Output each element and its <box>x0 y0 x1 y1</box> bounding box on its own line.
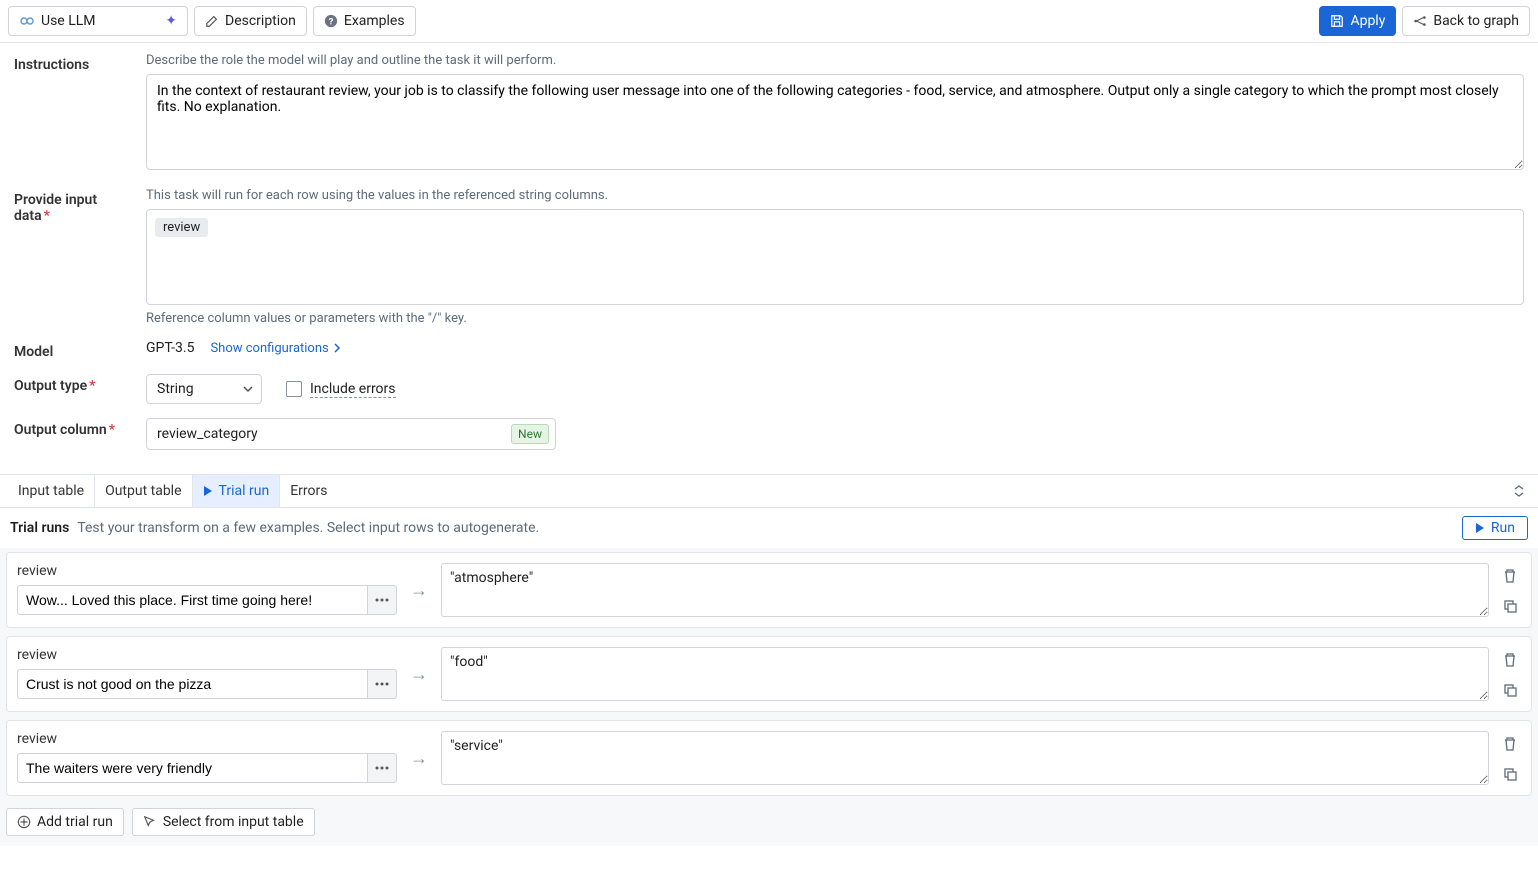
sparkle-icon: ✦ <box>165 13 177 29</box>
use-llm-label: Use LLM <box>41 13 96 29</box>
copy-icon <box>1502 598 1518 614</box>
arrow-icon: → <box>407 563 431 617</box>
tab-errors[interactable]: Errors <box>280 475 337 507</box>
output-column-input[interactable]: review_category New <box>146 418 556 450</box>
tab-trial-run[interactable]: Trial run <box>193 475 281 507</box>
show-configurations-link[interactable]: Show configurations <box>210 341 340 356</box>
copy-icon <box>1502 682 1518 698</box>
trial-input-field[interactable] <box>17 753 367 783</box>
play-icon <box>203 485 213 497</box>
edit-icon <box>205 14 219 28</box>
trial-input-field[interactable] <box>17 585 367 615</box>
input-data-label: Provide input data* <box>14 188 134 224</box>
back-label: Back to graph <box>1433 13 1519 29</box>
delete-button[interactable] <box>1499 649 1521 671</box>
trash-icon <box>1502 568 1518 584</box>
llm-icon <box>19 13 35 29</box>
ellipsis-icon <box>374 766 390 770</box>
cursor-table-icon <box>143 815 157 829</box>
trial-runs-title: Trial runs <box>10 520 69 536</box>
trial-input-label: review <box>17 647 397 663</box>
run-button[interactable]: Run <box>1462 516 1528 540</box>
arrow-icon: → <box>407 647 431 701</box>
ellipsis-icon <box>374 682 390 686</box>
graph-icon <box>1413 14 1427 28</box>
config-form: Instructions Describe the role the model… <box>0 43 1538 474</box>
tab-input-table[interactable]: Input table <box>8 475 95 507</box>
chevron-right-icon <box>333 343 341 353</box>
description-button[interactable]: Description <box>194 6 307 36</box>
output-column-label: Output column* <box>14 418 134 438</box>
plus-circle-icon <box>17 815 31 829</box>
new-badge: New <box>511 424 549 444</box>
instructions-label: Instructions <box>14 53 134 73</box>
ellipsis-button[interactable] <box>367 585 397 615</box>
examples-label: Examples <box>344 13 405 29</box>
select-from-input-button[interactable]: Select from input table <box>132 808 315 836</box>
trial-input-label: review <box>17 731 397 747</box>
examples-button[interactable]: ? Examples <box>313 6 416 36</box>
copy-button[interactable] <box>1499 595 1521 617</box>
trial-output[interactable]: "atmosphere" <box>441 563 1489 617</box>
apply-label: Apply <box>1350 13 1385 29</box>
toolbar: Use LLM ✦ Description ? Examples Apply B… <box>0 0 1538 43</box>
trial-row: review → "atmosphere" <box>6 552 1532 628</box>
input-data-field[interactable]: review <box>146 209 1524 305</box>
delete-button[interactable] <box>1499 733 1521 755</box>
arrow-icon: → <box>407 731 431 785</box>
save-icon <box>1330 14 1344 28</box>
model-label: Model <box>14 340 134 360</box>
delete-button[interactable] <box>1499 565 1521 587</box>
expand-icon[interactable] <box>1508 484 1530 498</box>
trash-icon <box>1502 736 1518 752</box>
play-icon <box>1475 522 1485 534</box>
chevron-down-icon <box>243 385 253 393</box>
ellipsis-button[interactable] <box>367 669 397 699</box>
output-type-label: Output type* <box>14 374 134 394</box>
instructions-helper: Describe the role the model will play an… <box>146 53 1524 68</box>
trial-input-field[interactable] <box>17 669 367 699</box>
output-type-select[interactable]: String <box>146 374 262 404</box>
back-to-graph-button[interactable]: Back to graph <box>1402 6 1530 36</box>
tab-output-table[interactable]: Output table <box>95 475 192 507</box>
input-data-footer: Reference column values or parameters wi… <box>146 311 1524 326</box>
column-token-review[interactable]: review <box>155 218 208 237</box>
trial-output[interactable]: "service" <box>441 731 1489 785</box>
trial-row: review → "service" <box>6 720 1532 796</box>
trial-runs-subtitle: Test your transform on a few examples. S… <box>77 520 539 536</box>
help-icon: ? <box>324 14 338 28</box>
trash-icon <box>1502 652 1518 668</box>
instructions-input[interactable] <box>146 74 1524 170</box>
ellipsis-icon <box>374 598 390 602</box>
copy-button[interactable] <box>1499 679 1521 701</box>
copy-button[interactable] <box>1499 763 1521 785</box>
trial-row: review → "food" <box>6 636 1532 712</box>
model-value: GPT-3.5 <box>146 340 194 356</box>
apply-button[interactable]: Apply <box>1319 6 1396 36</box>
trial-runs-header: Trial runs Test your transform on a few … <box>0 508 1538 548</box>
ellipsis-button[interactable] <box>367 753 397 783</box>
result-tabs: Input table Output table Trial run Error… <box>0 474 1538 508</box>
copy-icon <box>1502 766 1518 782</box>
add-trial-run-button[interactable]: Add trial run <box>6 808 124 836</box>
svg-text:?: ? <box>328 17 333 28</box>
input-data-helper: This task will run for each row using th… <box>146 188 1524 203</box>
trial-output[interactable]: "food" <box>441 647 1489 701</box>
trial-runs-list: review → "atmosphere" review → <box>0 548 1538 846</box>
description-label: Description <box>225 13 296 29</box>
use-llm-chip[interactable]: Use LLM ✦ <box>8 6 188 36</box>
trial-input-label: review <box>17 563 397 579</box>
include-errors-checkbox[interactable]: Include errors <box>286 381 396 398</box>
